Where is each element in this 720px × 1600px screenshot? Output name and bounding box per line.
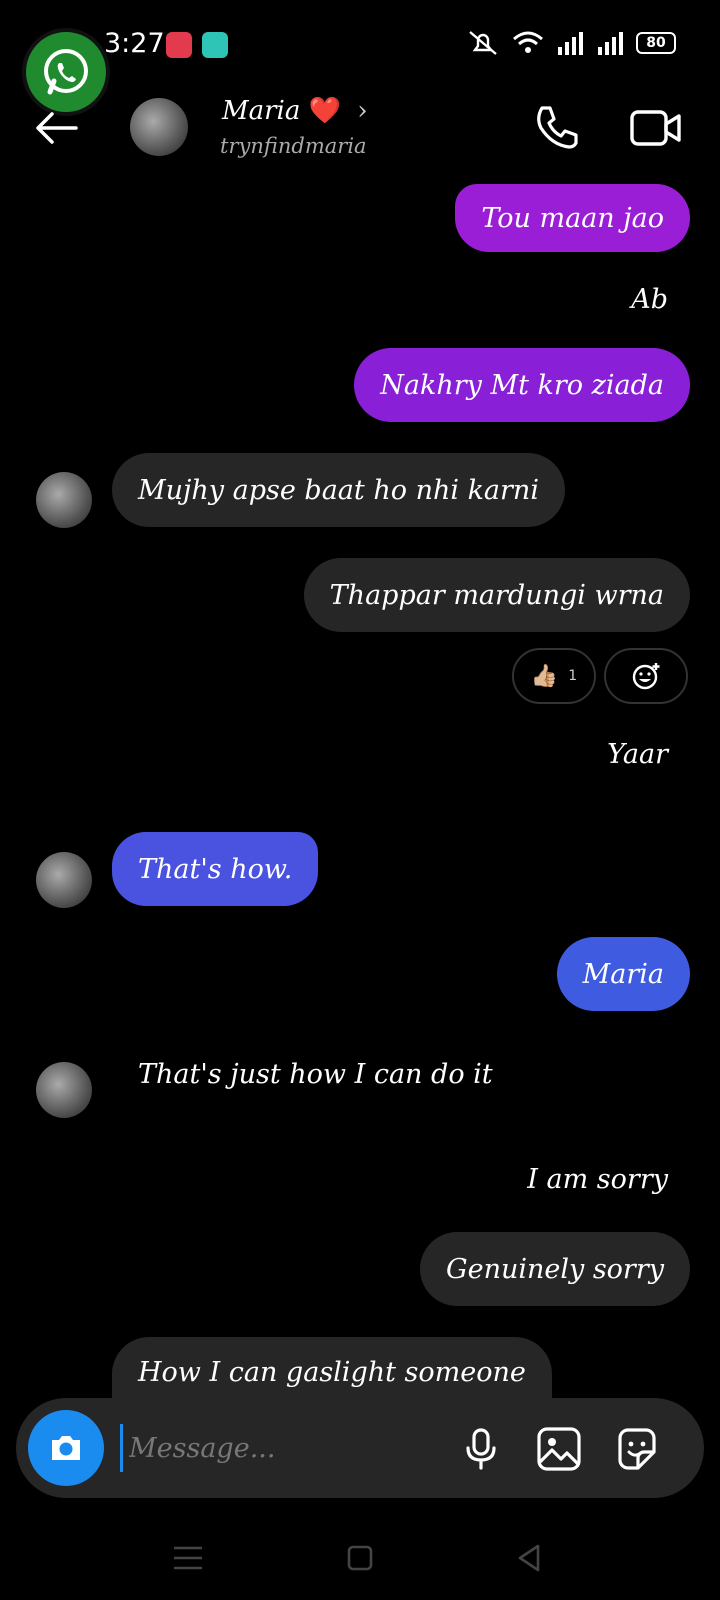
message-composer bbox=[16, 1398, 704, 1498]
sent-message-plain[interactable]: Yaar bbox=[607, 739, 668, 770]
message-text: Maria bbox=[582, 958, 664, 990]
add-reaction-button[interactable] bbox=[604, 648, 688, 704]
camera-icon bbox=[52, 1436, 80, 1460]
sent-message-bubble[interactable]: Thappar mardungi wrna bbox=[303, 558, 690, 632]
camera-button[interactable] bbox=[28, 1410, 104, 1486]
message-text: Tou maan jao bbox=[481, 202, 664, 234]
back-icon[interactable] bbox=[510, 1538, 550, 1578]
contact-avatar-small[interactable] bbox=[36, 1062, 92, 1118]
thumbs-up-emoji: 👍🏼 bbox=[530, 663, 559, 689]
contact-username: trynfindmaria bbox=[220, 134, 367, 158]
battery-icon: 80 bbox=[636, 32, 676, 54]
home-icon[interactable] bbox=[340, 1538, 380, 1578]
microphone-icon[interactable] bbox=[456, 1424, 506, 1474]
message-text: That's how. bbox=[138, 853, 293, 885]
message-text: I am sorry bbox=[527, 1164, 668, 1195]
message-input[interactable] bbox=[120, 1424, 440, 1472]
sent-message-bubble[interactable]: Maria bbox=[556, 937, 690, 1011]
signal-icon bbox=[598, 32, 623, 55]
message-text: Yaar bbox=[607, 739, 668, 770]
message-text: That's just how I can do it bbox=[138, 1059, 493, 1090]
status-time: 3:27 bbox=[104, 28, 165, 59]
message-text: Ab bbox=[631, 284, 668, 315]
sent-message-bubble[interactable]: Nakhry Mt kro ziada bbox=[354, 348, 690, 422]
heart-emoji: ❤️ bbox=[308, 96, 342, 126]
contact-avatar-small[interactable] bbox=[36, 472, 92, 528]
received-message-plain[interactable]: That's just how I can do it bbox=[138, 1059, 493, 1090]
sent-message-plain[interactable]: Ab bbox=[631, 284, 668, 315]
chevron-right-icon: › bbox=[357, 96, 368, 126]
wifi-icon bbox=[513, 31, 543, 53]
signal-icon bbox=[558, 32, 583, 55]
received-message-bubble[interactable]: That's how. bbox=[112, 832, 319, 906]
system-nav-bar bbox=[0, 1520, 720, 1600]
contact-name-text: Maria bbox=[222, 96, 301, 126]
reaction-pill[interactable]: 👍🏼 1 bbox=[512, 648, 596, 704]
message-text: Thappar mardungi wrna bbox=[329, 579, 664, 611]
contact-avatar-small[interactable] bbox=[36, 852, 92, 908]
message-text: How I can gaslight someone bbox=[138, 1357, 526, 1388]
back-arrow-icon[interactable] bbox=[30, 102, 82, 154]
contact-avatar[interactable] bbox=[130, 98, 188, 156]
contact-name[interactable]: Maria ❤️ › bbox=[222, 96, 368, 126]
sent-message-bubble[interactable]: Genuinely sorry bbox=[420, 1232, 690, 1306]
sent-message-bubble[interactable]: Tou maan jao bbox=[455, 184, 690, 252]
battery-level: 80 bbox=[646, 35, 666, 51]
reaction-count: 1 bbox=[568, 668, 578, 684]
sticker-icon[interactable] bbox=[612, 1424, 662, 1474]
chat-head-icon bbox=[202, 32, 228, 58]
gallery-icon[interactable] bbox=[534, 1424, 584, 1474]
status-bar: 3:27 80 bbox=[0, 0, 720, 116]
sent-message-plain[interactable]: I am sorry bbox=[527, 1164, 668, 1195]
chat-header: Maria ❤️ › trynfindmaria bbox=[0, 90, 720, 170]
add-reaction-icon bbox=[632, 663, 660, 690]
video-icon[interactable] bbox=[628, 100, 684, 156]
message-text: Genuinely sorry bbox=[446, 1253, 664, 1285]
received-message-bubble[interactable]: Mujhy apse baat ho nhi karni bbox=[112, 453, 565, 527]
phone-icon[interactable] bbox=[528, 100, 584, 156]
status-right: 80 bbox=[466, 30, 676, 56]
message-text: Mujhy apse baat ho nhi karni bbox=[138, 474, 539, 506]
message-text: Nakhry Mt kro ziada bbox=[380, 369, 664, 401]
menu-icon[interactable] bbox=[168, 1538, 208, 1578]
screen-record-icon bbox=[166, 32, 192, 58]
mute-icon bbox=[469, 31, 497, 55]
